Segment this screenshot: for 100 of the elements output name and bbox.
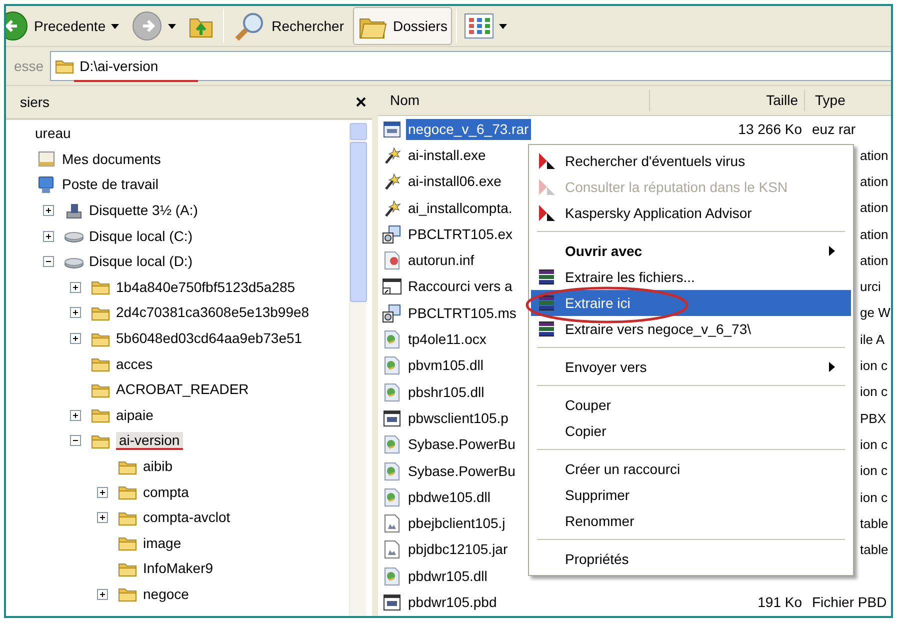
tree-item[interactable]: Mes documents — [62, 150, 161, 169]
menu-item[interactable]: Propriétés — [531, 546, 851, 572]
tree-item[interactable]: Disquette 3½ (A:) — [89, 202, 198, 220]
tree-item[interactable]: ureau — [35, 125, 71, 144]
menu-item[interactable]: Couper — [531, 392, 851, 418]
tree-item[interactable]: 1b4a840e750fbf5123d5a285 — [116, 278, 296, 297]
file-name[interactable]: ai-install.exe — [406, 144, 488, 166]
file-name[interactable]: pbjdbc12105.jar — [406, 539, 510, 560]
pane-title: siers — [20, 92, 50, 112]
views-icon[interactable] — [464, 13, 494, 39]
tree-item[interactable]: aibib — [143, 458, 173, 476]
books-icon — [537, 293, 557, 313]
menu-item[interactable]: Renommer — [531, 508, 851, 534]
tree-item[interactable]: Disque local (C:) — [89, 228, 192, 246]
tree-item[interactable]: acces — [116, 356, 153, 374]
tree-item[interactable]: compta-avclot — [143, 509, 230, 528]
expand-icon[interactable] — [97, 588, 108, 600]
file-name[interactable]: PBCLTRT105.ms — [406, 302, 518, 324]
folders-button[interactable]: Dossiers — [352, 7, 452, 45]
back-icon[interactable] — [6, 10, 29, 42]
expand-icon[interactable] — [70, 333, 81, 344]
file-name[interactable]: negoce_v_6_73.rar — [406, 118, 531, 140]
file-icon — [382, 198, 402, 218]
file-name[interactable]: pbvm105.dll — [406, 355, 486, 376]
expand-icon[interactable] — [70, 282, 81, 293]
books-icon — [537, 319, 557, 339]
file-icon — [382, 224, 402, 244]
tree-item[interactable]: ai-version — [116, 432, 183, 450]
file-icon — [382, 382, 402, 402]
file-type: PBX — [860, 410, 886, 428]
file-name[interactable]: PBCLTRT105.ex — [406, 224, 515, 245]
back-button[interactable]: Precedente — [6, 7, 124, 45]
close-icon[interactable] — [356, 97, 366, 107]
menu-item[interactable]: Rechercher d'éventuels virus — [531, 148, 851, 174]
file-name[interactable]: tp4ole11.ocx — [406, 329, 488, 350]
file-name[interactable]: ai-install06.exe — [406, 171, 504, 192]
menu-item[interactable]: Kaspersky Application Advisor — [531, 200, 851, 226]
file-name[interactable]: pbejbclient105.j — [406, 513, 508, 534]
file-type: ation — [860, 172, 888, 191]
tree-item[interactable]: compta — [143, 484, 189, 502]
file-type: ation — [860, 226, 888, 244]
file-type: table — [860, 541, 888, 560]
caret-icon[interactable] — [110, 24, 119, 28]
tree-item[interactable]: 2d4c70381ca3608e5e13b99e8 — [116, 304, 310, 322]
menu-item[interactable]: Supprimer — [531, 482, 851, 508]
file-type: ile A — [860, 330, 885, 349]
file-name[interactable]: ai_installcompta. — [406, 198, 514, 219]
column-header[interactable]: Type — [805, 90, 846, 111]
file-name[interactable]: Raccourci vers a — [406, 276, 514, 298]
file-name[interactable]: pbdwr105.dll — [406, 566, 490, 587]
search-button[interactable]: Rechercher — [228, 7, 349, 45]
collapse-icon[interactable] — [43, 256, 54, 268]
antivirus-icon — [537, 151, 557, 171]
tree-item[interactable]: image — [143, 534, 182, 553]
tree-item[interactable]: Disque local (D:) — [89, 253, 192, 272]
file-name[interactable]: Sybase.PowerBu — [406, 434, 518, 456]
scrollbar[interactable] — [349, 123, 366, 616]
expand-icon[interactable] — [70, 307, 81, 318]
file-name[interactable]: pbdwr105.pbd — [406, 592, 499, 613]
menu-item[interactable]: Extraire ici — [531, 290, 851, 316]
column-header[interactable]: Taille — [650, 90, 805, 111]
file-icon — [382, 172, 402, 192]
caret-icon[interactable] — [499, 24, 508, 28]
file-size: 13 266 Ko — [738, 120, 802, 137]
address-label: esse — [13, 56, 45, 76]
expand-icon[interactable] — [97, 512, 108, 524]
file-name[interactable]: Sybase.PowerBu — [406, 460, 518, 482]
file-icon — [382, 408, 402, 428]
expand-icon[interactable] — [97, 486, 108, 498]
menu-item[interactable]: Extraire les fichiers... — [531, 264, 851, 290]
tree-item[interactable]: ACROBAT_READER — [116, 381, 249, 400]
file-icon — [382, 462, 402, 480]
file-name[interactable]: autorun.inf — [406, 250, 476, 272]
menu-item[interactable]: Copier — [531, 418, 851, 444]
tree-item[interactable]: 5b6048ed03cd64aa9eb73e51 — [116, 330, 302, 348]
file-type: ion c — [860, 462, 888, 480]
expand-icon[interactable] — [43, 205, 54, 216]
file-type: ion c — [860, 383, 888, 402]
books-icon — [537, 267, 557, 287]
expand-icon[interactable] — [43, 230, 54, 242]
tree-item[interactable]: aipaie — [116, 406, 154, 425]
column-header[interactable]: Nom — [378, 90, 650, 111]
menu-item[interactable]: Envoyer vers — [531, 354, 851, 380]
tree-item[interactable]: InfoMaker9 — [143, 560, 214, 578]
tree-item[interactable]: negoce — [143, 586, 189, 604]
file-name[interactable]: pbshr105.dll — [406, 382, 486, 403]
menu-item[interactable]: Ouvrir avec — [531, 238, 851, 264]
menu-item[interactable]: Extraire vers negoce_v_6_73\ — [531, 316, 851, 342]
address-field[interactable]: D:\ai-version — [50, 51, 891, 81]
file-name[interactable]: pbdwe105.dll — [406, 486, 493, 508]
tree-item[interactable]: Poste de travail — [62, 176, 158, 194]
menu-item[interactable]: Créer un raccourci — [531, 456, 851, 482]
file-name[interactable]: pbwsclient105.p — [406, 408, 510, 429]
file-icon — [382, 566, 402, 586]
file-icon — [382, 435, 402, 454]
file-icon — [382, 330, 402, 350]
expand-icon[interactable] — [70, 410, 81, 421]
collapse-icon[interactable] — [70, 435, 81, 446]
documents-icon — [37, 150, 57, 168]
file-type: Fichier PBD — [811, 592, 887, 612]
